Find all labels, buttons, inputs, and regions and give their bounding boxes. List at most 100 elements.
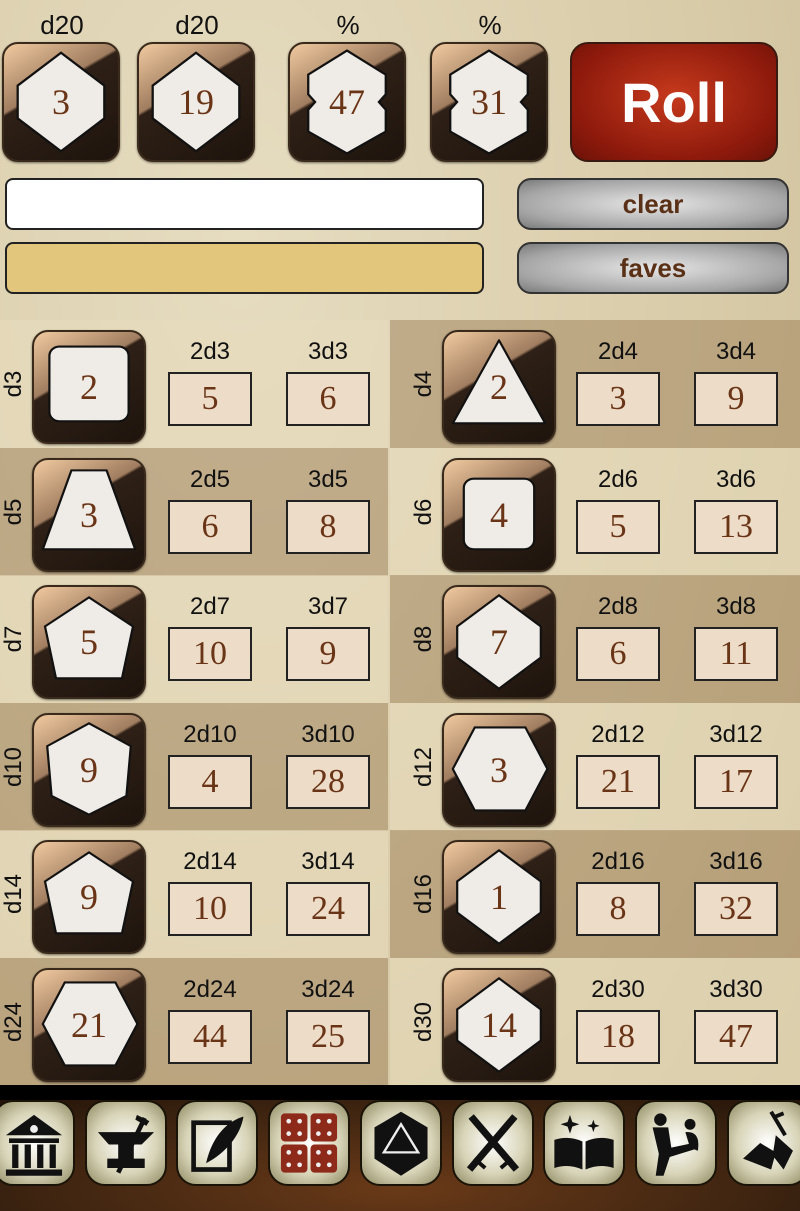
roll-3x-button[interactable]: 47 [694,1009,778,1064]
roll-3x-label: 3d3 [307,338,349,365]
roll-2x-label: 2d10 [183,720,237,748]
die-button-d5[interactable]: 3 [32,457,146,572]
top-die-button[interactable]: 31 [430,42,548,162]
clear-button[interactable]: clear [517,178,789,230]
toolbar-button-d20[interactable] [359,1100,442,1186]
die-button-d12[interactable]: 3 [442,712,556,827]
die-type-label: d7 [0,625,27,653]
die-value: 14 [481,1004,517,1045]
roll-2x-button[interactable]: 10 [168,627,252,681]
die-type-label: d5 [0,498,27,525]
roll-3x-button[interactable]: 32 [694,882,778,936]
roll-2x-label: 2d3 [189,338,231,365]
die-button-d6[interactable]: 4 [442,457,556,572]
toolbar-button-dice[interactable] [268,1100,351,1186]
toolbar-button-spellbook[interactable] [543,1100,626,1186]
roll-3x-button[interactable]: 9 [286,627,370,681]
die-button-d30[interactable]: 14 [442,967,556,1082]
roll-3x-button[interactable]: 8 [286,499,370,554]
spellbook-icon [554,1114,614,1170]
die-button-d8[interactable]: 7 [442,585,556,699]
die-value: 1 [490,877,508,917]
roll-2x-button[interactable]: 8 [576,882,660,936]
toolbar-button-brawl[interactable] [634,1100,717,1186]
die-button-d16[interactable]: 1 [442,840,556,954]
roll-3x-button[interactable]: 28 [286,754,370,809]
roll-2x-label: 2d30 [591,975,645,1003]
toolbar-button-temple[interactable] [0,1100,75,1186]
die-type-label: d6 [410,498,437,525]
roll-3x-button[interactable]: 13 [694,499,778,554]
die-button-d3[interactable]: 2 [32,330,146,444]
die-button-d7[interactable]: 5 [32,585,146,699]
roll-3x-label: 3d24 [301,975,355,1003]
roll-2x-button[interactable]: 3 [576,372,660,426]
dice-expression-input[interactable] [5,178,484,230]
roll-2x-button[interactable]: 4 [168,754,252,809]
die-button-d24[interactable]: 21 [32,967,146,1082]
roll-2x-label: 2d14 [183,848,237,875]
roll-2x-label: 2d12 [591,720,645,748]
die-type-label: d16 [410,873,437,915]
roll-2x-button[interactable]: 5 [576,499,660,554]
brawl-icon [652,1113,699,1176]
roll-3x-label: 3d10 [301,720,355,748]
knockdown-icon [742,1110,793,1170]
die-type-label: d4 [410,370,437,398]
die-value: 3 [490,749,508,790]
top-die-button[interactable]: 47 [288,42,406,162]
roll-3x-label: 3d5 [307,465,349,493]
roll-2x-label: 2d4 [597,338,639,365]
roll-3x-button[interactable]: 6 [286,372,370,426]
die-value: 5 [80,622,98,662]
roll-button[interactable]: Roll [570,42,778,162]
result-field [5,242,484,294]
roll-2x-label: 2d5 [189,465,231,493]
roll-2x-button[interactable]: 44 [168,1009,252,1064]
toolbar-button-anvil-hammer[interactable] [84,1100,167,1186]
top-die-label: % [336,10,360,40]
die-value: 9 [80,877,98,917]
roll-3x-button[interactable]: 17 [694,754,778,809]
top-die-button[interactable]: 3 [2,42,120,162]
top-die-button[interactable]: 19 [137,42,255,162]
roll-3x-label: 3d7 [307,593,349,620]
roll-3x-button[interactable]: 24 [286,882,370,936]
die-button-d4[interactable]: 2 [442,330,556,444]
roll-3x-label: 3d8 [715,593,757,620]
roll-2x-button[interactable]: 10 [168,882,252,936]
top-die-label: % [478,10,502,40]
roll-3x-button[interactable]: 11 [694,627,778,681]
roll-2x-button[interactable]: 6 [168,499,252,554]
roll-3x-label: 3d6 [715,465,757,493]
roll-3x-button[interactable]: 25 [286,1009,370,1064]
roll-2x-button[interactable]: 18 [576,1009,660,1064]
roll-3x-label: 3d30 [709,975,763,1003]
roll-2x-button[interactable]: 5 [168,372,252,426]
roll-3x-label: 3d4 [715,338,757,365]
die-value: 4 [490,494,508,535]
faves-button[interactable]: faves [517,242,789,294]
quill-note-icon [191,1116,244,1172]
anvil-hammer-icon [97,1114,154,1174]
die-value: 3 [80,494,98,535]
toolbar-button-quill-note[interactable] [176,1100,259,1186]
die-button-d14[interactable]: 9 [32,840,146,954]
roll-2x-label: 2d6 [597,465,639,493]
top-die-label: d20 [175,10,219,40]
die-value: 19 [178,82,214,122]
die-value: 3 [52,82,70,122]
roll-2x-label: 2d7 [189,593,231,620]
die-type-label: d30 [410,1001,437,1042]
roll-2x-button[interactable]: 21 [576,754,660,809]
die-value: 2 [80,367,98,407]
roll-2x-button[interactable]: 6 [576,627,660,681]
toolbar-button-knockdown[interactable] [726,1100,800,1186]
roll-3x-button[interactable]: 9 [694,372,778,426]
die-button-d10[interactable]: 9 [32,712,146,827]
die-type-label: d12 [410,746,437,787]
die-value: 7 [490,622,508,662]
die-type-label: d14 [0,873,27,915]
die-value: 9 [80,749,98,790]
toolbar-button-crossed-swords[interactable] [451,1100,534,1186]
